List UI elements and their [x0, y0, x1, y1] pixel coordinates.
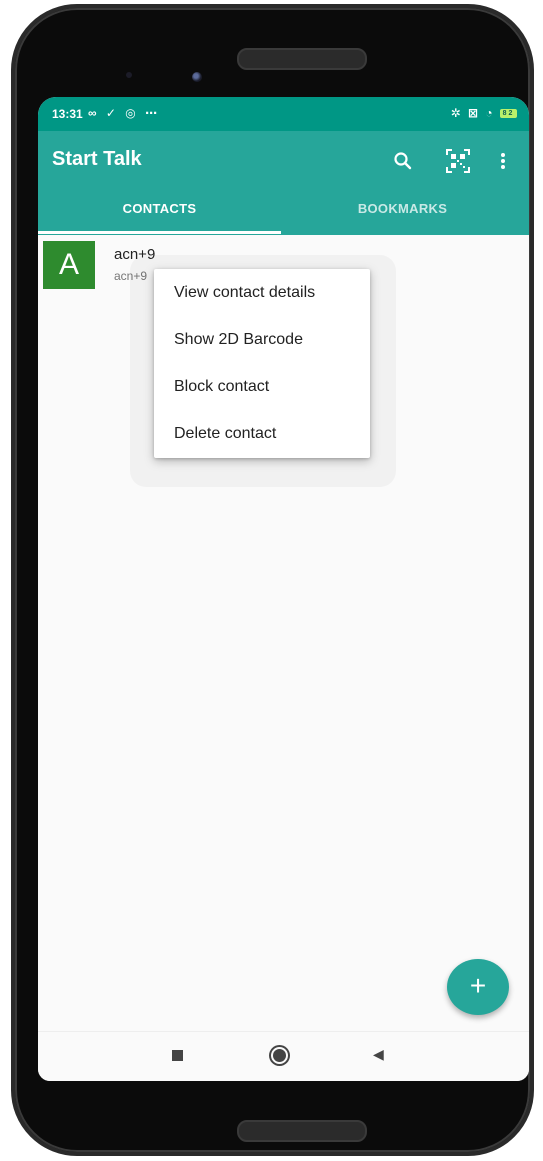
phone-screen: 13:31 ∞ ✓ ◎ ⋯ ✲ ⊠ ◔ 82 Start Talk CONTAC… — [38, 97, 529, 1081]
status-system-icons: ✲ ⊠ ◔ 82 — [451, 106, 517, 120]
menu-item-show-2d-barcode[interactable]: Show 2D Barcode — [154, 316, 370, 363]
earpiece-speaker — [237, 48, 367, 70]
more-vert-icon — [501, 153, 505, 169]
sensor-icon — [126, 72, 132, 78]
status-notification-icons: ∞ ✓ ◎ ⋯ — [88, 106, 161, 120]
app-title: Start Talk — [52, 148, 142, 170]
app-bar: Start Talk CONTACTS BOOKMARKS — [38, 131, 529, 235]
status-bar: 13:31 ∞ ✓ ◎ ⋯ ✲ ⊠ ◔ 82 — [38, 97, 529, 131]
qr-code-icon — [446, 149, 470, 173]
menu-item-block-contact[interactable]: Block contact — [154, 363, 370, 410]
home-circle-icon[interactable] — [271, 1047, 288, 1064]
navigation-bar: ◀ — [38, 1031, 529, 1081]
tab-contacts[interactable]: CONTACTS — [38, 198, 281, 235]
context-menu: View contact details Show 2D Barcode Blo… — [154, 269, 370, 458]
system-icons: ✲ ⊠ ◔ — [450, 106, 495, 120]
menu-item-delete-contact[interactable]: Delete contact — [154, 410, 370, 457]
back-triangle-icon[interactable]: ◀ — [373, 1046, 384, 1063]
battery-icon: 82 — [500, 109, 517, 119]
recents-square-icon[interactable] — [172, 1050, 183, 1061]
avatar: A — [43, 241, 95, 289]
add-icon: + — [469, 970, 487, 1001]
tab-bookmarks[interactable]: BOOKMARKS — [281, 198, 524, 235]
front-camera-icon — [192, 72, 202, 82]
scan-qr-button[interactable] — [442, 145, 474, 177]
search-button[interactable] — [387, 145, 419, 177]
search-icon — [394, 152, 412, 170]
status-time: 13:31 — [52, 107, 83, 121]
tab-indicator — [38, 231, 281, 234]
add-contact-button[interactable]: + — [447, 959, 509, 1015]
overflow-menu-button[interactable] — [487, 145, 519, 177]
menu-item-view-contact-details[interactable]: View contact details — [154, 269, 370, 316]
bottom-speaker — [237, 1120, 367, 1142]
